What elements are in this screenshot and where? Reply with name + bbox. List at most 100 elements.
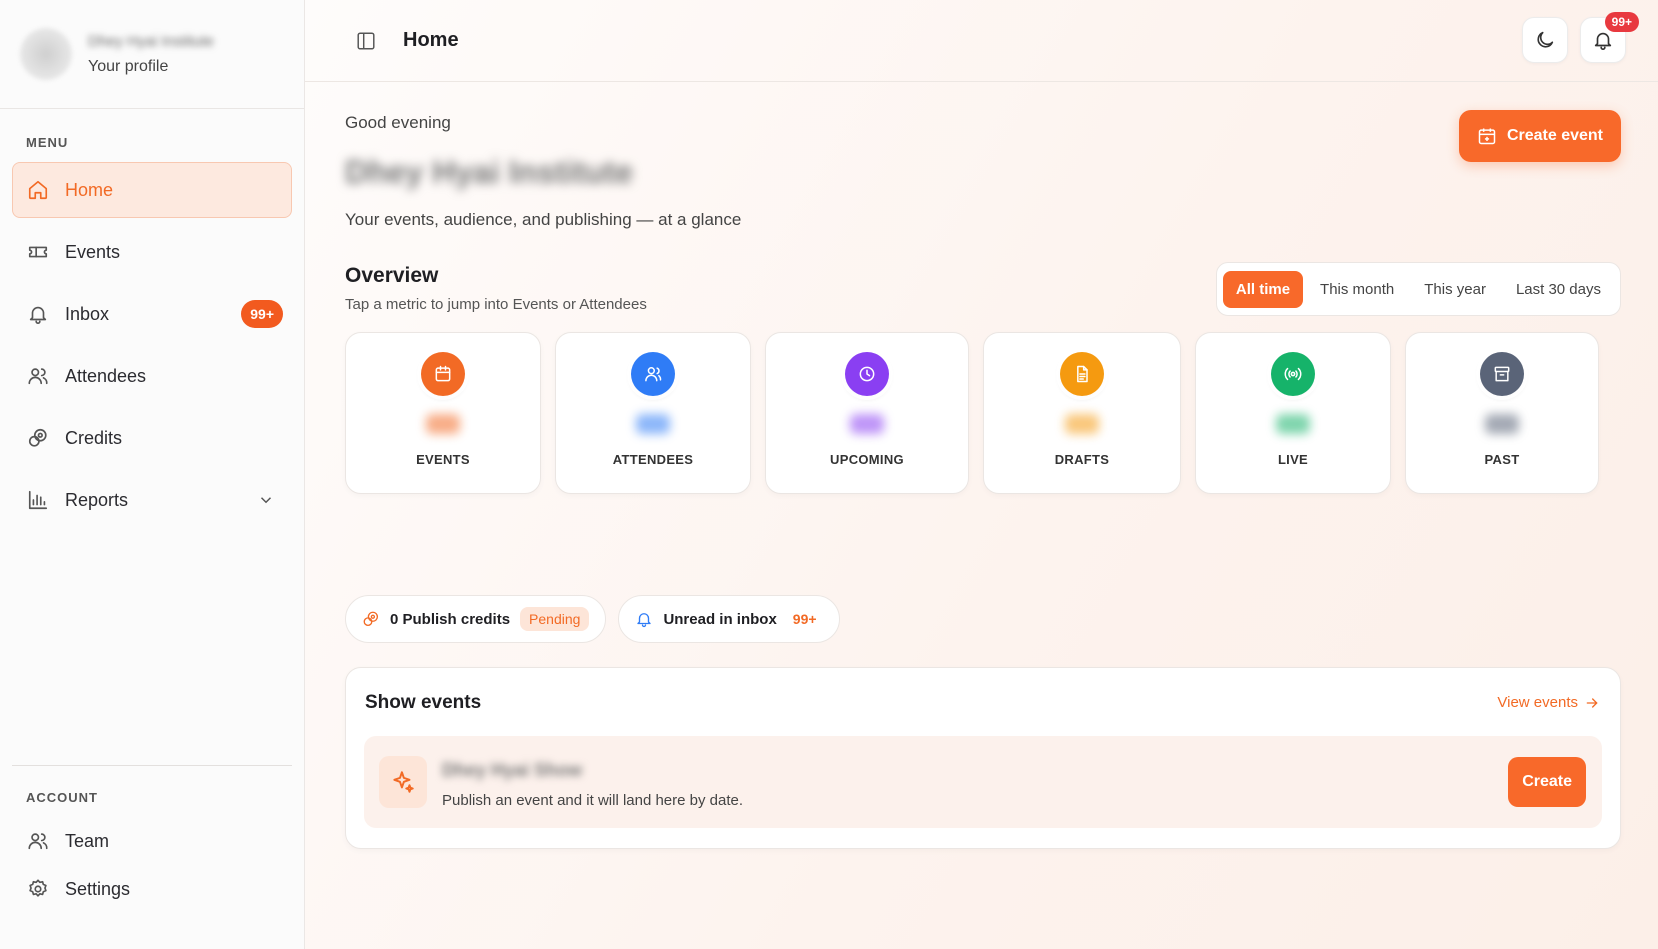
inbox-count-badge: 99+ [241,300,283,328]
sidebar-item-inbox[interactable]: Inbox 99+ [12,286,292,342]
sidebar-item-label: Events [65,241,121,262]
broadcast-icon [1271,352,1315,396]
topbar: Home 99+ [305,0,1658,82]
users-icon [631,352,675,396]
notifications-button[interactable]: 99+ [1580,12,1639,63]
metric-label: PAST [1484,452,1520,467]
bar-chart-icon [27,489,49,511]
account-section: ACCOUNT Team Settings [0,765,304,913]
sidebar-item-label: Attendees [65,365,147,386]
sidebar-item-events[interactable]: Events [12,224,292,280]
publish-credits-chip[interactable]: 0 Publish credits Pending [345,595,607,643]
calendar-icon [421,352,465,396]
top-actions: 99+ [1522,12,1639,63]
sidebar-item-home[interactable]: Home [12,162,292,218]
sidebar-item-label: Home [65,179,114,200]
profile-subtitle[interactable]: Your profile [88,58,214,76]
metric-card-past[interactable]: PAST [1405,332,1599,494]
metric-card-attendees[interactable]: ATTENDEES [555,332,751,494]
arrow-right-icon [1586,697,1598,708]
sidebar: Dhey Hyai Institute Your profile MENU Ho… [0,0,305,949]
sidebar-item-label: Reports [65,489,129,510]
avatar[interactable] [20,28,72,80]
unread-count: 99+ [792,611,817,627]
chevron-down-icon[interactable] [257,491,275,509]
sidebar-item-reports[interactable]: Reports [12,472,292,528]
show-events-card: Show events View events Dhey Hyai Show P… [345,667,1621,849]
view-events-link[interactable]: View events [1497,694,1600,711]
notification-badge: 99+ [1604,12,1639,32]
sidebar-item-label: Team [65,830,110,851]
sidebar-item-attendees[interactable]: Attendees [12,348,292,404]
calendar-plus-icon [1478,128,1496,145]
app-root: Dhey Hyai Institute Your profile MENU Ho… [0,0,1658,949]
metric-card-events[interactable]: EVENTS [345,332,541,494]
sidebar-item-label: Inbox [65,303,110,324]
bell-icon [27,303,49,325]
publish-credits-label: 0 Publish credits [390,610,511,628]
overview-subtitle: Tap a metric to jump into Events or Atte… [345,296,647,313]
sparkles-icon [379,756,427,808]
profile-text: Dhey Hyai Institute Your profile [88,33,214,76]
empty-title: Dhey Hyai Show [442,760,583,780]
clock-icon [845,352,889,396]
overview-title: Overview [345,264,439,287]
coins-icon [27,427,49,449]
ticket-icon [27,241,49,263]
org-name: Dhey Hyai Institute [345,154,634,190]
coins-icon [363,611,379,627]
sidebar-item-settings[interactable]: Settings [12,865,292,913]
tab-this-year[interactable]: This year [1411,271,1499,308]
empty-event-row: Dhey Hyai Show Publish an event and it w… [364,736,1602,828]
view-events-label: View events [1497,694,1578,711]
theme-toggle-button[interactable] [1522,17,1568,63]
metric-label: LIVE [1277,452,1309,467]
sidebar-item-credits[interactable]: Credits [12,410,292,466]
unread-inbox-chip[interactable]: Unread in inbox 99+ [618,595,840,643]
sidebar-item-team[interactable]: Team [12,817,292,865]
divider [12,765,292,766]
home-icon [27,179,49,201]
tab-last-30-days[interactable]: Last 30 days [1503,271,1614,308]
metric-card-live[interactable]: LIVE [1195,332,1391,494]
metric-value [636,414,670,434]
empty-subtitle: Publish an event and it will land here b… [442,792,744,809]
pending-badge: Pending [520,607,590,631]
metric-label: ATTENDEES [612,452,694,467]
tab-all-time[interactable]: All time [1222,270,1304,308]
sidebar-item-label: Settings [65,878,131,899]
menu-section-label: MENU [26,135,69,150]
status-chips: 0 Publish credits Pending Unread in inbo… [345,595,840,643]
bell-icon [1594,32,1612,50]
profile-name: Dhey Hyai Institute [88,32,214,50]
metric-label: EVENTS [416,452,470,467]
main-content: Home 99+ Good evening Dhey Hyai Institut… [305,0,1658,949]
account-nav: Team Settings [0,817,304,913]
show-events-title: Show events [365,692,482,713]
document-icon [1060,352,1104,396]
gear-icon [27,878,49,900]
archive-icon [1480,352,1524,396]
metric-value [1276,414,1310,434]
page-title: Home [403,29,459,51]
create-button[interactable]: Create [1508,757,1586,807]
metric-card-upcoming[interactable]: UPCOMING [765,332,969,494]
metric-card-drafts[interactable]: DRAFTS [983,332,1181,494]
metric-value [850,414,884,434]
unread-inbox-label: Unread in inbox [663,610,777,628]
profile-header[interactable]: Dhey Hyai Institute Your profile [0,0,304,109]
bell-icon [637,613,652,628]
sidebar-toggle-icon[interactable] [355,30,377,52]
tagline: Your events, audience, and publishing — … [345,210,742,229]
sidebar-item-label: Credits [65,427,123,448]
tab-this-month[interactable]: This month [1307,271,1407,308]
greeting: Good evening [345,113,451,132]
users-icon [27,365,49,387]
metric-value [1485,414,1519,434]
create-event-button[interactable]: Create event [1458,110,1621,162]
metric-label: UPCOMING [830,452,904,467]
metric-label: DRAFTS [1054,452,1110,467]
moon-icon [1537,31,1554,48]
create-event-label: Create event [1506,127,1603,144]
users-icon [27,830,49,852]
